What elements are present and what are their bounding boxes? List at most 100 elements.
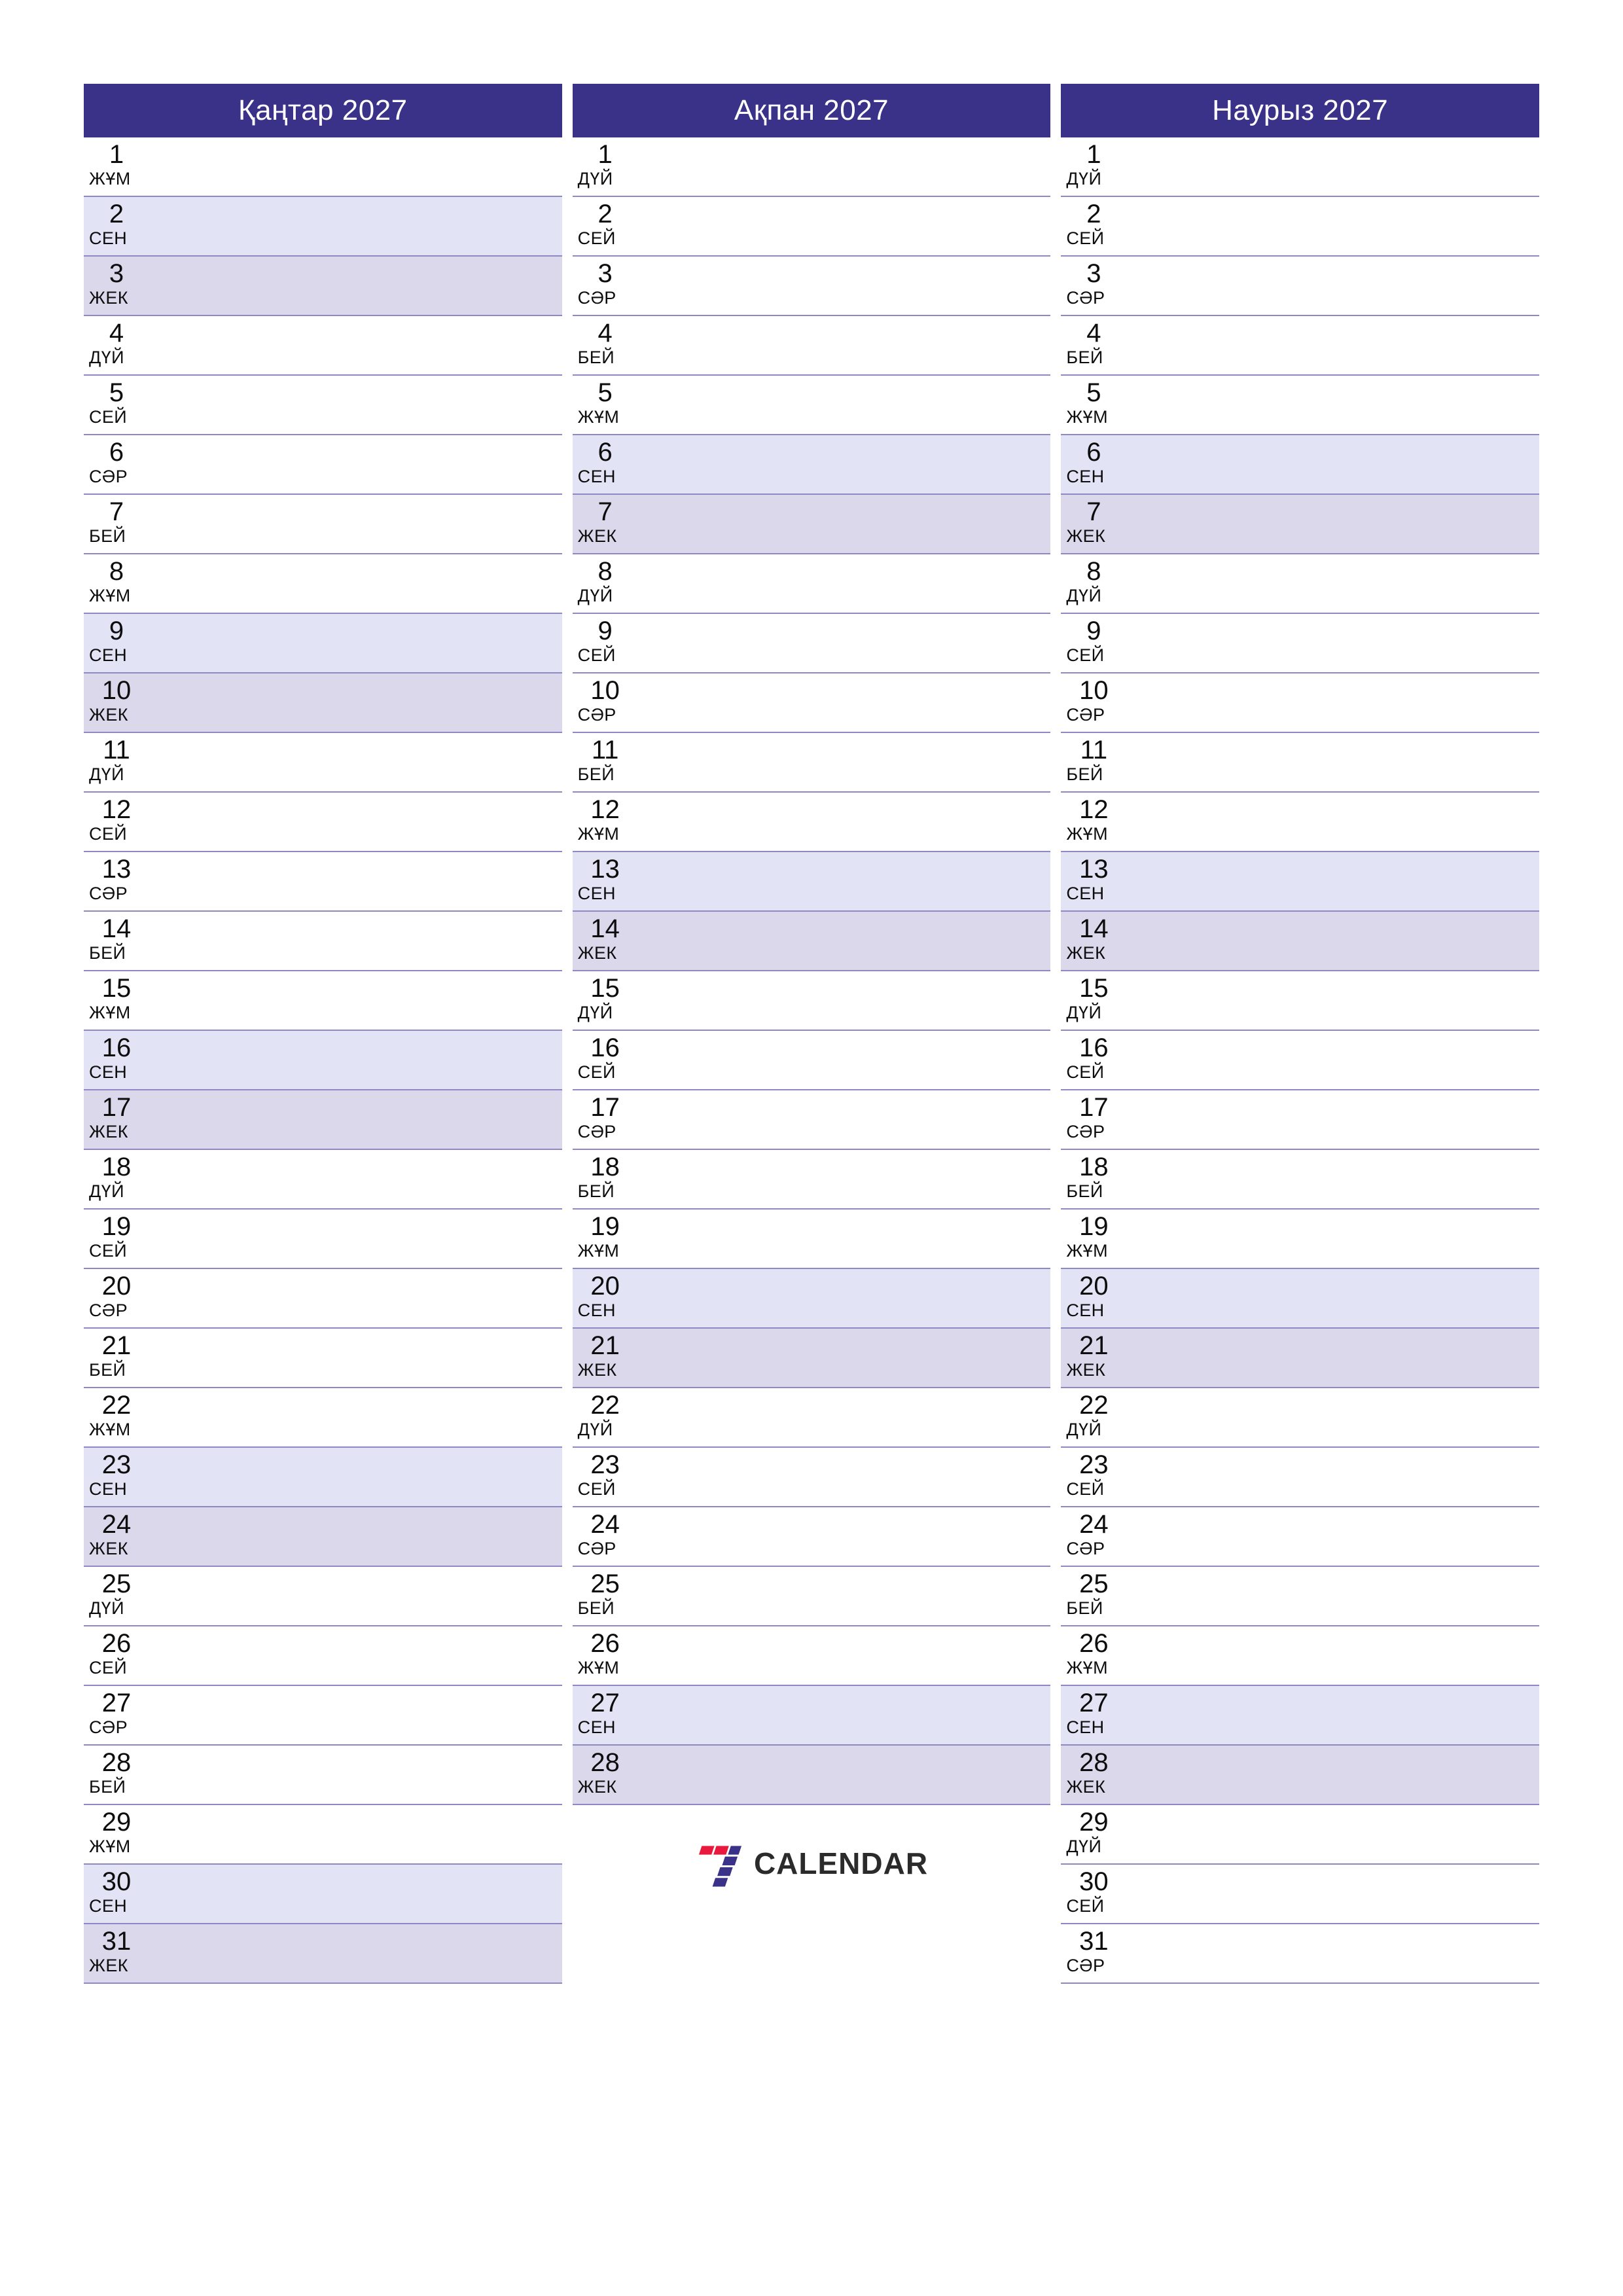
day-row[interactable]: 11 БЕЙ bbox=[572, 733, 1051, 793]
day-row[interactable]: 30 СЕН bbox=[84, 1865, 562, 1924]
day-row[interactable]: 17 СӘР bbox=[572, 1090, 1051, 1150]
day-row[interactable]: 15 ДҮЙ bbox=[1061, 971, 1540, 1031]
day-row[interactable]: 17 ЖЕК bbox=[84, 1090, 562, 1150]
day-row[interactable]: 22 ЖҰМ bbox=[84, 1388, 562, 1448]
day-row[interactable]: 13 СӘР bbox=[84, 852, 562, 912]
day-row[interactable]: 2 СЕЙ bbox=[572, 197, 1051, 257]
day-row[interactable]: 11 ДҮЙ bbox=[84, 733, 562, 793]
day-row[interactable]: 3 ЖЕК bbox=[84, 257, 562, 316]
day-row[interactable]: 24 СӘР bbox=[1061, 1507, 1540, 1567]
day-row[interactable]: 13 СЕН bbox=[1061, 852, 1540, 912]
day-row[interactable]: 25 БЕЙ bbox=[1061, 1567, 1540, 1626]
day-weekday-label: СӘР bbox=[89, 884, 128, 903]
day-row[interactable]: 28 ЖЕК bbox=[1061, 1746, 1540, 1805]
day-weekday-label: СӘР bbox=[577, 1122, 616, 1141]
day-row[interactable]: 16 СЕЙ bbox=[572, 1031, 1051, 1090]
day-row[interactable]: 18 ДҮЙ bbox=[84, 1150, 562, 1210]
day-row[interactable]: 14 ЖЕК bbox=[572, 912, 1051, 971]
day-row[interactable]: 8 ЖҰМ bbox=[84, 554, 562, 614]
day-row[interactable]: 3 СӘР bbox=[572, 257, 1051, 316]
day-row[interactable]: 10 ЖЕК bbox=[84, 673, 562, 733]
day-row[interactable]: 14 БЕЙ bbox=[84, 912, 562, 971]
day-row[interactable]: 4 БЕЙ bbox=[572, 316, 1051, 376]
day-row[interactable]: 19 ЖҰМ bbox=[1061, 1210, 1540, 1269]
day-row[interactable]: 21 ЖЕК bbox=[572, 1329, 1051, 1388]
day-number: 21 bbox=[590, 1331, 620, 1360]
day-row[interactable]: 6 СӘР bbox=[84, 435, 562, 495]
day-row[interactable]: 12 ЖҰМ bbox=[572, 793, 1051, 852]
day-row[interactable]: 8 ДҮЙ bbox=[1061, 554, 1540, 614]
day-row[interactable]: 19 ЖҰМ bbox=[572, 1210, 1051, 1269]
day-row[interactable]: 22 ДҮЙ bbox=[1061, 1388, 1540, 1448]
day-row[interactable]: 19 СЕЙ bbox=[84, 1210, 562, 1269]
day-row[interactable]: 12 СЕЙ bbox=[84, 793, 562, 852]
day-row[interactable]: 3 СӘР bbox=[1061, 257, 1540, 316]
day-row[interactable]: 31 ЖЕК bbox=[84, 1924, 562, 1984]
month-column-february: Ақпан 2027 1 ДҮЙ 2 СЕЙ 3 СӘР 4 БЕЙ 5 ЖҰМ 6 СЕН 7 ЖЕК 8 Д… bbox=[572, 84, 1051, 1893]
day-row[interactable]: 9 СЕЙ bbox=[1061, 614, 1540, 673]
month-column-january: Қаңтар 2027 1 ЖҰМ 2 СЕН 3 ЖЕК 4 ДҮЙ 5 СЕЙ 6 СӘР 7 БЕЙ 8… bbox=[84, 84, 562, 1984]
day-row[interactable]: 10 СӘР bbox=[1061, 673, 1540, 733]
day-row[interactable]: 15 ДҮЙ bbox=[572, 971, 1051, 1031]
day-row[interactable]: 7 БЕЙ bbox=[84, 495, 562, 554]
day-row[interactable]: 17 СӘР bbox=[1061, 1090, 1540, 1150]
day-row[interactable]: 29 ДҮЙ bbox=[1061, 1805, 1540, 1865]
day-row[interactable]: 9 СЕН bbox=[84, 614, 562, 673]
day-row[interactable]: 24 ЖЕК bbox=[84, 1507, 562, 1567]
day-row[interactable]: 5 ЖҰМ bbox=[1061, 376, 1540, 435]
day-row[interactable]: 18 БЕЙ bbox=[572, 1150, 1051, 1210]
day-weekday-label: СӘР bbox=[577, 288, 616, 308]
day-row[interactable]: 26 ЖҰМ bbox=[1061, 1626, 1540, 1686]
day-row[interactable]: 21 ЖЕК bbox=[1061, 1329, 1540, 1388]
day-row[interactable]: 6 СЕН bbox=[572, 435, 1051, 495]
calendar-page: Қаңтар 2027 1 ЖҰМ 2 СЕН 3 ЖЕК 4 ДҮЙ 5 СЕЙ 6 СӘР 7 БЕЙ 8… bbox=[0, 0, 1623, 2296]
day-row[interactable]: 16 СЕЙ bbox=[1061, 1031, 1540, 1090]
day-row[interactable]: 24 СӘР bbox=[572, 1507, 1051, 1567]
day-row[interactable]: 20 СЕН bbox=[1061, 1269, 1540, 1329]
day-row[interactable]: 22 ДҮЙ bbox=[572, 1388, 1051, 1448]
day-row[interactable]: 1 ДҮЙ bbox=[572, 137, 1051, 197]
day-row[interactable]: 20 СЕН bbox=[572, 1269, 1051, 1329]
day-row[interactable]: 15 ЖҰМ bbox=[84, 971, 562, 1031]
day-row[interactable]: 11 БЕЙ bbox=[1061, 733, 1540, 793]
day-row[interactable]: 23 СЕЙ bbox=[1061, 1448, 1540, 1507]
day-row[interactable]: 2 СЕН bbox=[84, 197, 562, 257]
day-row[interactable]: 26 ЖҰМ bbox=[572, 1626, 1051, 1686]
day-row[interactable]: 28 ЖЕК bbox=[572, 1746, 1051, 1805]
day-row[interactable]: 27 СЕН bbox=[572, 1686, 1051, 1746]
day-weekday-label: СЕН bbox=[577, 884, 616, 903]
day-row[interactable]: 25 ДҮЙ bbox=[84, 1567, 562, 1626]
day-row[interactable]: 8 ДҮЙ bbox=[572, 554, 1051, 614]
day-row[interactable]: 27 СЕН bbox=[1061, 1686, 1540, 1746]
day-row[interactable]: 9 СЕЙ bbox=[572, 614, 1051, 673]
day-row[interactable]: 7 ЖЕК bbox=[572, 495, 1051, 554]
day-row[interactable]: 23 СЕН bbox=[84, 1448, 562, 1507]
day-row[interactable]: 27 СӘР bbox=[84, 1686, 562, 1746]
day-row[interactable]: 14 ЖЕК bbox=[1061, 912, 1540, 971]
day-row[interactable]: 10 СӘР bbox=[572, 673, 1051, 733]
day-row[interactable]: 1 ЖҰМ bbox=[84, 137, 562, 197]
day-row[interactable]: 29 ЖҰМ bbox=[84, 1805, 562, 1865]
day-row[interactable]: 4 БЕЙ bbox=[1061, 316, 1540, 376]
day-row[interactable]: 18 БЕЙ bbox=[1061, 1150, 1540, 1210]
day-row[interactable]: 1 ДҮЙ bbox=[1061, 137, 1540, 197]
day-row[interactable]: 28 БЕЙ bbox=[84, 1746, 562, 1805]
day-row[interactable]: 5 ЖҰМ bbox=[572, 376, 1051, 435]
day-weekday-label: СЕН bbox=[89, 228, 128, 248]
day-row[interactable]: 26 СЕЙ bbox=[84, 1626, 562, 1686]
day-row[interactable]: 13 СЕН bbox=[572, 852, 1051, 912]
day-row[interactable]: 20 СӘР bbox=[84, 1269, 562, 1329]
day-row[interactable]: 16 СЕН bbox=[84, 1031, 562, 1090]
day-row[interactable]: 25 БЕЙ bbox=[572, 1567, 1051, 1626]
day-number: 8 bbox=[597, 557, 613, 586]
day-row[interactable]: 5 СЕЙ bbox=[84, 376, 562, 435]
day-row[interactable]: 12 ЖҰМ bbox=[1061, 793, 1540, 852]
day-row[interactable]: 21 БЕЙ bbox=[84, 1329, 562, 1388]
day-row[interactable]: 2 СЕЙ bbox=[1061, 197, 1540, 257]
day-row[interactable]: 30 СЕЙ bbox=[1061, 1865, 1540, 1924]
day-row[interactable]: 6 СЕН bbox=[1061, 435, 1540, 495]
day-row[interactable]: 23 СЕЙ bbox=[572, 1448, 1051, 1507]
day-row[interactable]: 4 ДҮЙ bbox=[84, 316, 562, 376]
day-row[interactable]: 31 СӘР bbox=[1061, 1924, 1540, 1984]
day-row[interactable]: 7 ЖЕК bbox=[1061, 495, 1540, 554]
